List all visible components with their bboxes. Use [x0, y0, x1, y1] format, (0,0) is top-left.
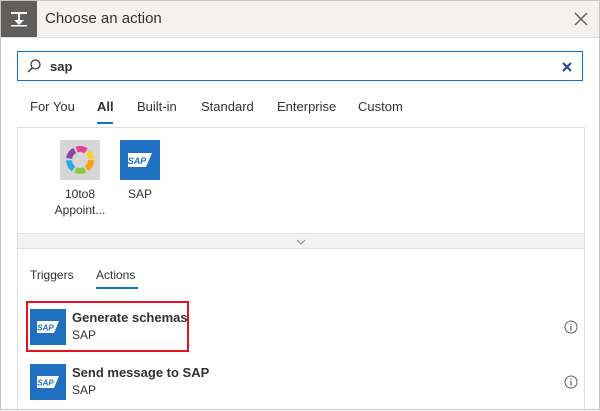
expand-connectors-bar[interactable]: [18, 233, 584, 248]
10to8-connector-icon: [60, 140, 100, 180]
svg-text:SAP: SAP: [37, 379, 54, 388]
search-icon: [26, 58, 42, 79]
choose-action-panel: Choose an action For You All Built-in S: [0, 0, 600, 411]
tab-custom[interactable]: Custom: [358, 99, 403, 114]
tab-for-you[interactable]: For You: [30, 99, 75, 114]
tab-triggers[interactable]: Triggers: [30, 268, 74, 282]
action-name: Generate schemas: [72, 310, 188, 325]
sap-icon: SAP: [30, 309, 66, 345]
sap-connector-icon: SAP: [120, 140, 160, 180]
tab-all[interactable]: All: [97, 99, 114, 114]
action-generate-schemas[interactable]: SAP Generate schemas SAP: [30, 307, 580, 347]
info-icon[interactable]: [564, 320, 578, 334]
category-tabs: For You All Built-in Standard Enterprise…: [1, 95, 599, 125]
connector-sap[interactable]: SAP SAP: [100, 140, 180, 202]
action-name: Send message to SAP: [72, 365, 210, 380]
tab-actions[interactable]: Actions: [96, 268, 135, 282]
close-icon[interactable]: [571, 9, 591, 29]
info-icon[interactable]: [564, 375, 578, 389]
connector-list: 10to8 Appoint... SAP SAP: [17, 127, 585, 249]
action-send-message-to-sap[interactable]: SAP Send message to SAP SAP: [30, 362, 580, 402]
active-tab-indicator: [97, 122, 113, 124]
panel-header: Choose an action: [1, 1, 599, 38]
connector-label: SAP: [127, 187, 152, 201]
active-subtab-indicator: [96, 287, 138, 289]
svg-text:SAP: SAP: [128, 156, 148, 166]
tab-built-in[interactable]: Built-in: [137, 99, 177, 114]
panel-title: Choose an action: [45, 10, 162, 27]
tab-enterprise[interactable]: Enterprise: [277, 99, 336, 114]
chevron-down-icon: [296, 232, 306, 250]
search-input[interactable]: [50, 57, 530, 75]
insert-action-icon: [1, 1, 37, 37]
clear-search-icon[interactable]: [561, 60, 573, 72]
action-connector-name: SAP: [72, 328, 97, 342]
tab-standard[interactable]: Standard: [201, 99, 254, 114]
search-box: [17, 51, 583, 81]
action-connector-name: SAP: [72, 383, 97, 397]
svg-text:SAP: SAP: [37, 324, 54, 333]
actions-section: Triggers Actions SAP Generate schemas SA…: [17, 249, 585, 411]
sap-icon: SAP: [30, 364, 66, 400]
